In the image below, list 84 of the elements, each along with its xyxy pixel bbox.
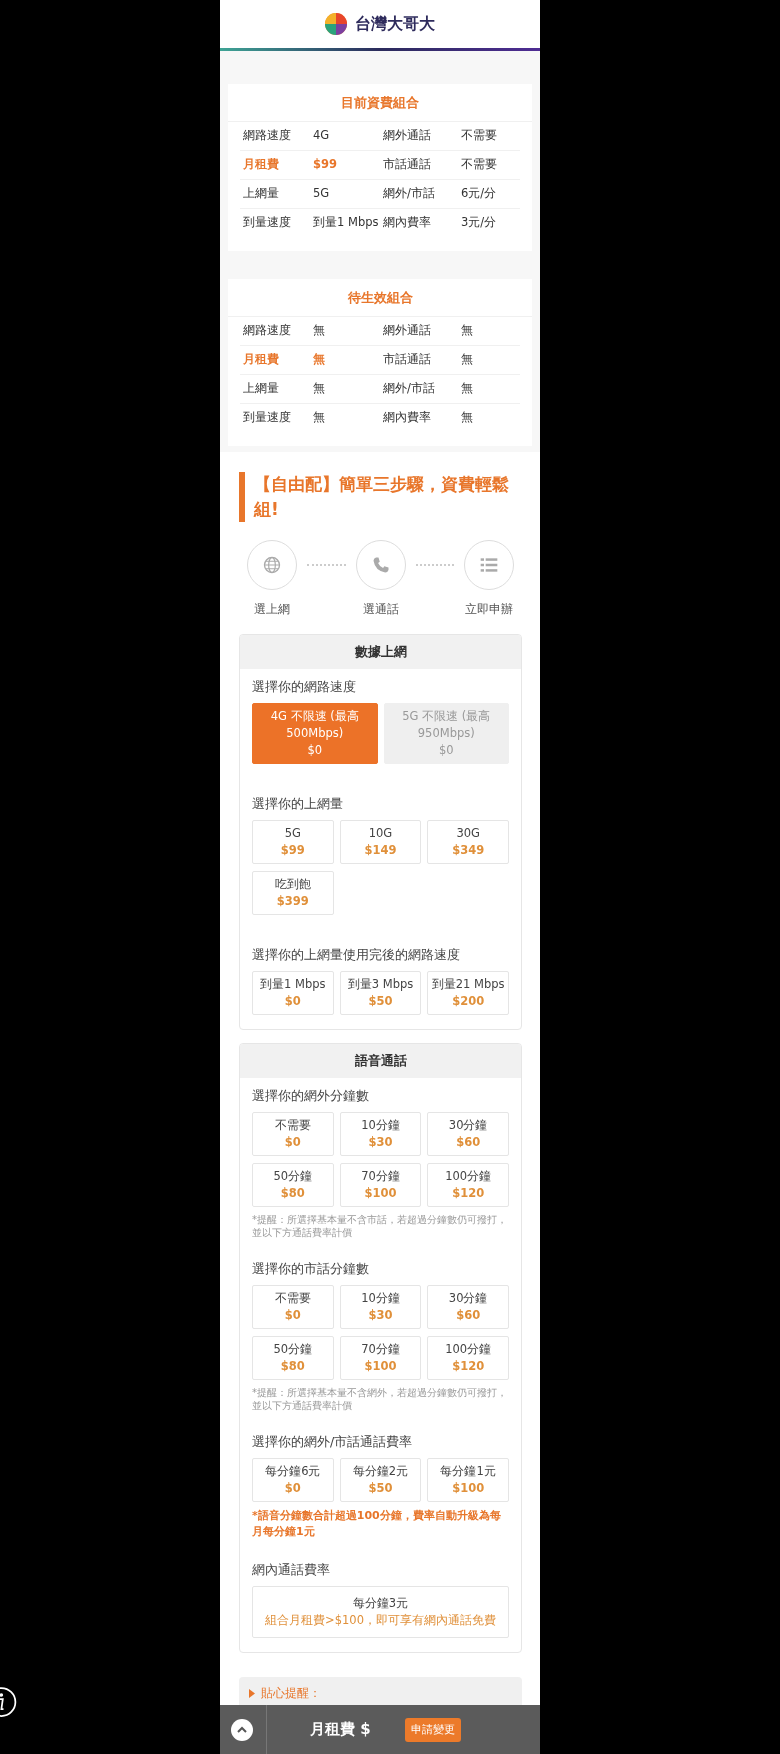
option-button[interactable]: 不需要 $0 (252, 1285, 334, 1329)
table-cell-text: 無 (460, 322, 475, 339)
table-cell-text: 上網量 (242, 380, 280, 397)
triangle-icon (249, 1688, 255, 1698)
option-button[interactable]: 100分鐘 $120 (427, 1336, 509, 1380)
note-text: *提醒：所選擇基本量不含網外，若超過分鐘數仍可撥打，並以下方通話費率計價 (252, 1386, 508, 1412)
option-group-label: 網內通話費率 (252, 1562, 331, 1579)
option-button[interactable]: 10G $149 (339, 820, 422, 864)
note-text: *語音分鐘數合計超過100分鐘，費率自動升級為每月每分鐘1元 (252, 1508, 502, 1540)
globe-icon (262, 555, 282, 575)
table-cell-text: 不需要 (460, 127, 499, 144)
option-button[interactable]: 每分鐘1元 $100 (427, 1458, 509, 1502)
option-button[interactable]: 5G $99 (252, 820, 334, 864)
step-label: 立即申辦 (465, 601, 513, 618)
section-heading: 【自由配】簡單三步驟，資費輕鬆組! (239, 472, 530, 522)
table-cell-text: 網內費率 (382, 214, 432, 231)
dotted-line (307, 564, 346, 566)
option-button[interactable]: 每分鐘2元 $50 (339, 1458, 422, 1502)
table-cell-text: 4G (312, 127, 331, 144)
option-button[interactable]: 不需要 $0 (252, 1112, 334, 1156)
option-button[interactable]: 每分鐘6元 $0 (252, 1458, 334, 1502)
option-button[interactable]: 到量3 Mbps $50 (339, 971, 422, 1015)
option-group-label: 選擇你的市話分鐘數 (252, 1261, 370, 1278)
chevron-up-icon (237, 1726, 247, 1733)
table-cell-text: 無 (312, 351, 326, 368)
table-cell-text: 網外/市話 (382, 380, 436, 397)
option-button[interactable]: 50分鐘 $80 (252, 1336, 334, 1380)
option-button[interactable]: 到量21 Mbps $200 (427, 971, 509, 1015)
option-button[interactable]: 70分鐘 $100 (339, 1336, 422, 1380)
section-header: 語音通話 (240, 1044, 521, 1078)
table-cell-text: 3元/分 (460, 214, 498, 231)
option-button[interactable]: 吃到飽 $399 (252, 871, 334, 915)
monthly-fee-label: 月租費 $ (310, 1720, 372, 1739)
table-cell-text: 無 (460, 380, 475, 397)
table-cell-text: 市話通話 (382, 351, 432, 368)
table-cell-text: 網外/市話 (382, 185, 436, 202)
table-cell-text: 網路速度 (242, 322, 292, 339)
dotted-line (415, 564, 454, 566)
table-cell-text: 網外通話 (382, 127, 432, 144)
note-text: *提醒：所選擇基本量不含市話，若超過分鐘數仍可撥打，並以下方通話費率計價 (252, 1213, 508, 1239)
plan-title: 待生效組合 (228, 279, 532, 317)
table-cell-text: 月租費 (242, 156, 280, 173)
option-button[interactable]: 到量1 Mbps $0 (252, 971, 334, 1015)
option-button[interactable]: 100分鐘 $120 (427, 1163, 509, 1207)
option-button[interactable]: 70分鐘 $100 (339, 1163, 422, 1207)
table-cell-text: 不需要 (460, 156, 499, 173)
step-label: 選通話 (362, 601, 399, 618)
option-group-label: 選擇你的網外/市話通話費率 (252, 1434, 414, 1451)
list-icon (479, 555, 499, 575)
table-cell-text: 市話通話 (382, 156, 432, 173)
table-cell-text: 網內費率 (382, 409, 432, 426)
table-cell-text: 無 (312, 322, 326, 339)
table-cell-text: 5G (312, 185, 331, 202)
table-cell-text: 無 (460, 351, 475, 368)
option-button[interactable]: 50分鐘 $80 (252, 1163, 334, 1207)
option-group-label: 選擇你的上網量使用完後的網路速度 (252, 947, 461, 964)
expand-button[interactable] (231, 1718, 253, 1741)
table-cell-text: 網路速度 (242, 127, 292, 144)
rate-info-box: 每分鐘3元 組合月租費>$100，即可享有網內通話免費 (252, 1586, 509, 1638)
option-button[interactable]: 10分鐘 $30 (339, 1285, 422, 1329)
option-group-label: 選擇你的上網量 (252, 796, 344, 813)
option-button[interactable]: 10分鐘 $30 (339, 1112, 422, 1156)
option-button[interactable]: 30分鐘 $60 (427, 1285, 509, 1329)
tips-label: 貼心提醒： (261, 1685, 321, 1701)
logo-icon (325, 13, 347, 35)
plan-title: 目前資費組合 (228, 84, 532, 122)
option-group-label: 選擇你的網路速度 (252, 679, 357, 696)
table-cell-text: $99 (312, 156, 338, 173)
brand-name: 台灣大哥大 (355, 13, 435, 35)
table-cell-text: 到量1 Mbps (312, 214, 380, 231)
option-button[interactable]: 30分鐘 $60 (427, 1112, 509, 1156)
table-cell-text: 月租費 (242, 351, 280, 368)
step-label: 選上網 (254, 601, 290, 618)
section-header: 數據上網 (240, 635, 521, 669)
option-group-label: 選擇你的網外分鐘數 (252, 1088, 370, 1105)
table-cell-text: 上網量 (242, 185, 280, 202)
table-cell-text: 無 (312, 409, 326, 426)
table-cell-text: 網外通話 (382, 322, 432, 339)
table-cell-text: 到量速度 (242, 409, 292, 426)
table-cell-text: 無 (460, 409, 475, 426)
table-cell-text: 無 (312, 380, 326, 397)
table-cell-text: 6元/分 (460, 185, 498, 202)
table-cell-text: 到量速度 (242, 214, 292, 231)
option-button[interactable]: 30G $349 (427, 820, 509, 864)
